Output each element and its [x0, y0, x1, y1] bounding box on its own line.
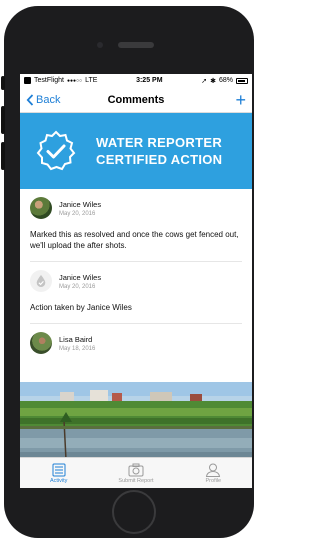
network-label: LTE [85, 77, 98, 84]
comment-item: Janice Wiles May 20, 2016 Marked this as… [20, 189, 252, 261]
certified-check-badge-icon [36, 130, 76, 171]
banner-line-1: WATER REPORTER [96, 135, 223, 150]
mute-switch [1, 76, 5, 90]
comment-date: May 20, 2016 [59, 283, 96, 290]
battery-percent: 68% [218, 77, 233, 84]
status-time: 3:25 PM [136, 77, 163, 84]
back-button[interactable]: Back [26, 94, 60, 106]
back-label: Back [36, 93, 61, 106]
testflight-icon [24, 77, 31, 84]
home-button[interactable] [112, 490, 156, 534]
chevron-left-icon [26, 93, 34, 106]
tab-bar: Activity Submit Report Profile [20, 457, 252, 488]
volume-up-button [1, 106, 5, 134]
phone-frame: TestFlight ●●●○○ LTE 3:25 PM ➚ ✱ 68% Bac… [1, 6, 254, 538]
plus-icon[interactable]: + [235, 91, 246, 109]
tab-profile[interactable]: Profile [175, 458, 252, 488]
profile-icon [206, 463, 221, 477]
comment-author[interactable]: Janice Wiles [59, 200, 101, 209]
bluetooth-icon: ✱ [210, 77, 216, 85]
comment-photo[interactable] [20, 382, 252, 464]
comment-author[interactable]: Janice Wiles [59, 273, 101, 282]
tab-activity[interactable]: Activity [20, 458, 97, 488]
app-screen: TestFlight ●●●○○ LTE 3:25 PM ➚ ✱ 68% Bac… [20, 74, 252, 488]
banner-line-2: CERTIFIED ACTION [96, 152, 223, 167]
avatar[interactable] [30, 197, 52, 219]
comment-item: Lisa Baird May 18, 2016 [20, 324, 252, 354]
speaker-grille [118, 42, 154, 48]
comment-author[interactable]: Lisa Baird [59, 335, 95, 344]
status-bar: TestFlight ●●●○○ LTE 3:25 PM ➚ ✱ 68% [20, 74, 252, 87]
tab-submit-report[interactable]: Submit Report [97, 458, 174, 488]
navigation-bar: Back Comments + [20, 87, 252, 113]
tab-label: Submit Report [118, 477, 154, 484]
comment-date: May 20, 2016 [59, 210, 96, 217]
comment-item: Janice Wiles May 20, 2016 Action taken b… [20, 262, 252, 323]
comment-text: Marked this as resolved and once the cow… [30, 230, 239, 250]
activity-icon [52, 463, 66, 476]
avatar[interactable] [30, 270, 52, 292]
comment-date: May 18, 2016 [59, 345, 96, 352]
tab-label: Activity [49, 477, 68, 484]
location-icon: ➚ [201, 77, 208, 85]
water-drop-check-icon [36, 275, 46, 287]
signal-dots: ●●●○○ [66, 77, 83, 84]
camera-icon [128, 463, 144, 476]
avatar[interactable] [30, 332, 52, 354]
carrier-label: TestFlight [34, 77, 64, 84]
comment-text: Action taken by Janice Wiles [30, 303, 132, 312]
banner-title: WATER REPORTER CERTIFIED ACTION [96, 134, 222, 168]
tab-label: Profile [205, 477, 222, 484]
certified-action-banner: WATER REPORTER CERTIFIED ACTION [20, 113, 252, 189]
front-camera [97, 42, 103, 48]
battery-icon [235, 77, 248, 84]
field-stream-photo [20, 382, 252, 464]
volume-down-button [1, 142, 5, 170]
